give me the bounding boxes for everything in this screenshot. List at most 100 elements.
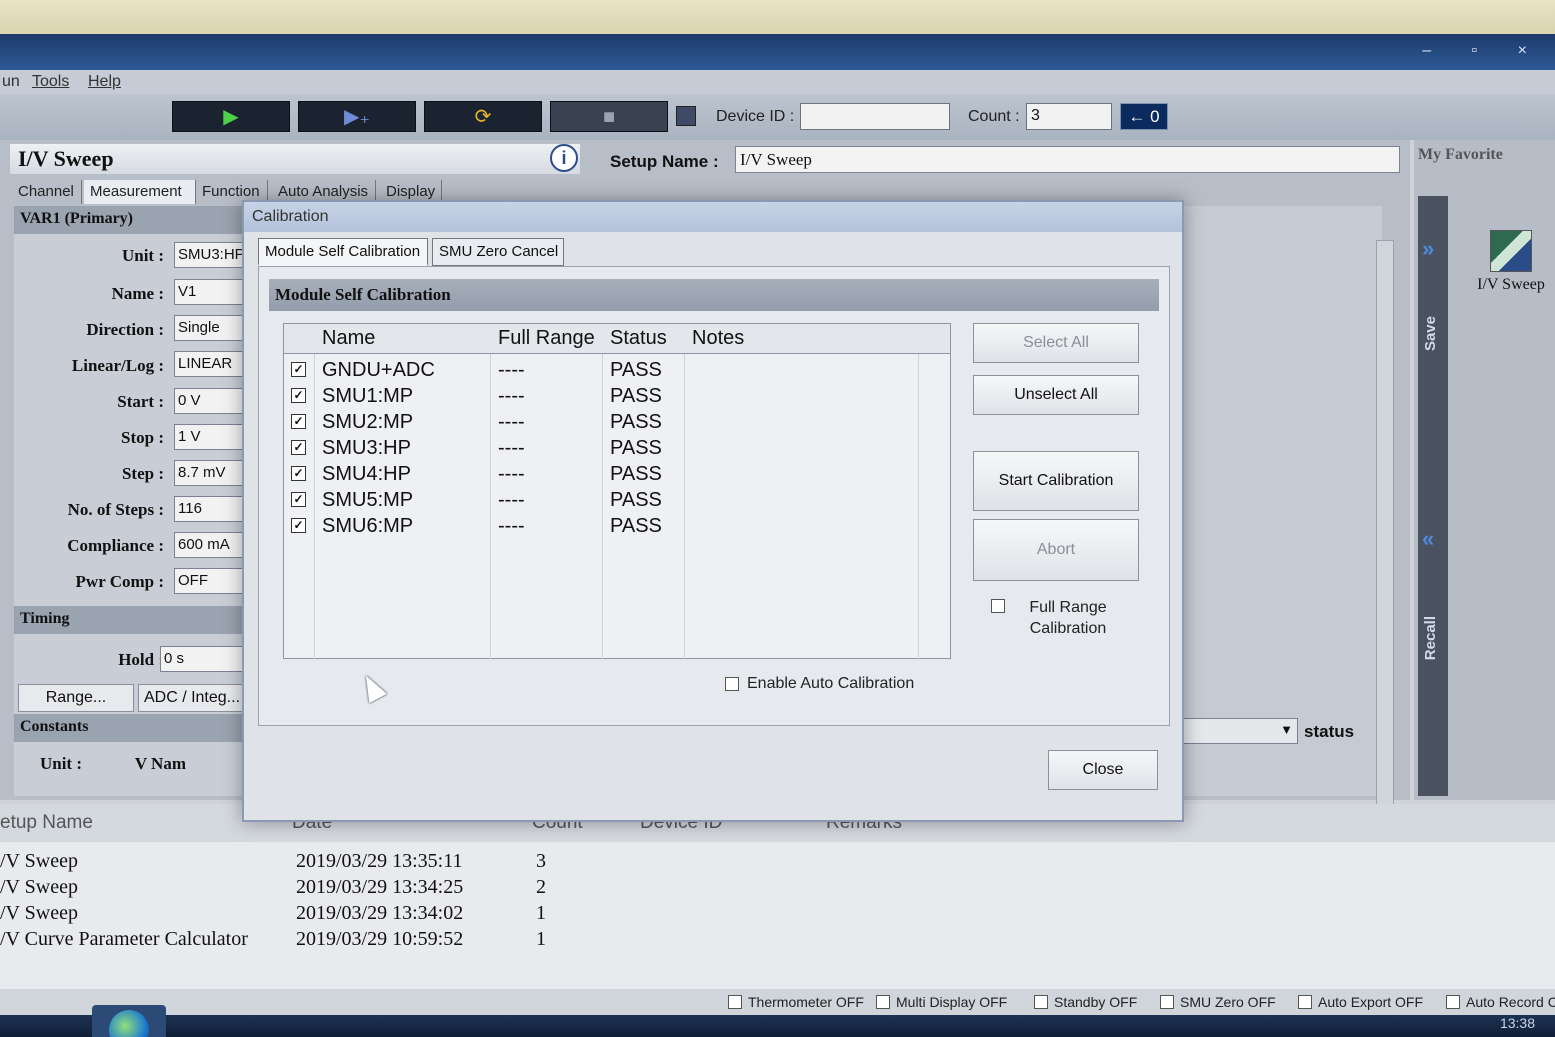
range-button[interactable]: Range... bbox=[18, 684, 134, 712]
table-row[interactable]: ✓ SMU5:MP ---- PASS bbox=[284, 488, 950, 514]
col-name[interactable]: Name bbox=[322, 327, 375, 350]
setup-name-input[interactable]: I/V Sweep bbox=[735, 146, 1400, 173]
row-status: PASS bbox=[610, 359, 662, 381]
history-row[interactable]: /V Sweep 2019/03/29 13:34:25 2 bbox=[0, 876, 1555, 902]
row-checkbox[interactable]: ✓ bbox=[291, 466, 306, 481]
abort-button[interactable]: Abort bbox=[973, 519, 1139, 581]
run-button[interactable]: ▶ bbox=[172, 101, 290, 132]
repeat-button[interactable]: ⟳ bbox=[424, 101, 542, 132]
history-row[interactable]: /V Curve Parameter Calculator 2019/03/29… bbox=[0, 928, 1555, 954]
row-checkbox[interactable]: ✓ bbox=[291, 440, 306, 455]
favorite-item[interactable]: I/V Sweep bbox=[1466, 230, 1555, 294]
graph-area bbox=[1182, 206, 1382, 796]
standby-status[interactable]: Standby OFF bbox=[1034, 994, 1137, 1010]
hold-input[interactable]: 0 s bbox=[160, 646, 246, 672]
row-checkbox[interactable]: ✓ bbox=[291, 362, 306, 377]
field-stop[interactable]: 1 V bbox=[174, 424, 246, 450]
history-row-name: /V Sweep bbox=[0, 902, 78, 924]
menu-run[interactable]: un bbox=[2, 73, 20, 91]
const-v-name-label: V Nam bbox=[134, 754, 186, 773]
row-checkbox[interactable]: ✓ bbox=[291, 414, 306, 429]
multi-display-status[interactable]: Multi Display OFF bbox=[876, 994, 1007, 1010]
adc-integ-button[interactable]: ADC / Integ... bbox=[138, 684, 246, 712]
device-id-input[interactable] bbox=[800, 103, 950, 130]
field-label-name: Name : bbox=[111, 284, 164, 303]
tab-measurement[interactable]: Measurement bbox=[84, 180, 196, 204]
field-pwr-comp[interactable]: OFF bbox=[174, 568, 246, 594]
table-row[interactable]: ✓ SMU6:MP ---- PASS bbox=[284, 514, 950, 540]
status-select[interactable]: ▼ bbox=[1182, 718, 1298, 744]
history-row-name: /V Curve Parameter Calculator bbox=[0, 928, 248, 950]
row-full-range: ---- bbox=[498, 437, 525, 459]
collapse-left-icon[interactable]: « bbox=[1422, 526, 1434, 552]
timing-section-title: Timing bbox=[14, 606, 246, 634]
menu-tools[interactable]: Tools bbox=[32, 73, 69, 91]
status-label: status bbox=[1304, 722, 1355, 741]
col-notes[interactable]: Notes bbox=[692, 327, 744, 350]
tab-channel[interactable]: Channel bbox=[12, 180, 82, 204]
enable-auto-calibration-label: Enable Auto Calibration bbox=[747, 675, 915, 692]
history-row[interactable]: /V Sweep 2019/03/29 13:34:02 1 bbox=[0, 902, 1555, 928]
thermometer-status[interactable]: Thermometer OFF bbox=[728, 994, 864, 1010]
history-row[interactable]: /V Sweep 2019/03/29 13:35:11 3 bbox=[0, 850, 1555, 876]
col-full-range[interactable]: Full Range bbox=[498, 327, 595, 350]
stop-button[interactable]: ■ bbox=[550, 101, 668, 132]
expand-right-icon[interactable]: » bbox=[1422, 236, 1434, 262]
taskbar-app-button[interactable] bbox=[92, 1005, 166, 1037]
favorites-rail: » Save « Recall bbox=[1418, 196, 1448, 796]
row-name: SMU5:MP bbox=[322, 489, 414, 511]
field-step[interactable]: 8.7 mV bbox=[174, 460, 246, 486]
count-reset-button[interactable]: ← 0 bbox=[1120, 103, 1168, 130]
sweep-graph-icon bbox=[1490, 230, 1532, 272]
rail-recall[interactable]: Recall bbox=[1422, 616, 1439, 660]
auto-export-status[interactable]: Auto Export OFF bbox=[1298, 994, 1423, 1010]
hold-label: Hold : bbox=[118, 650, 164, 669]
row-checkbox[interactable]: ✓ bbox=[291, 492, 306, 507]
select-all-button[interactable]: Select All bbox=[973, 323, 1139, 363]
unselect-all-button[interactable]: Unselect All bbox=[973, 375, 1139, 415]
auto-export-status-text: Auto Export OFF bbox=[1318, 994, 1424, 1010]
field-label-unit: Unit : bbox=[121, 246, 164, 265]
table-row[interactable]: ✓ SMU4:HP ---- PASS bbox=[284, 462, 950, 488]
table-row[interactable]: ✓ SMU2:MP ---- PASS bbox=[284, 410, 950, 436]
field-steps[interactable]: 116 bbox=[174, 496, 246, 522]
close-button[interactable]: Close bbox=[1048, 750, 1158, 790]
enable-auto-calibration-checkbox[interactable] bbox=[725, 677, 739, 691]
field-label-pwr-comp: Pwr Comp : bbox=[75, 572, 164, 591]
row-status: PASS bbox=[610, 463, 662, 485]
clock-time[interactable]: 13:38 bbox=[1500, 1015, 1535, 1031]
table-row[interactable]: ✓ SMU3:HP ---- PASS bbox=[284, 436, 950, 462]
smu-zero-status[interactable]: SMU Zero OFF bbox=[1160, 994, 1276, 1010]
table-row[interactable]: ✓ GNDU+ADC ---- PASS bbox=[284, 358, 950, 384]
history-row-name: /V Sweep bbox=[0, 850, 78, 872]
vertical-scrollbar[interactable] bbox=[1376, 240, 1394, 814]
tab-module-self-calibration[interactable]: Module Self Calibration bbox=[258, 238, 428, 266]
menu-help[interactable]: Help bbox=[88, 73, 121, 91]
field-compliance[interactable]: 600 mA bbox=[174, 532, 246, 558]
field-unit[interactable]: SMU3:HP bbox=[174, 242, 246, 268]
append-run-button[interactable]: ▶₊ bbox=[298, 101, 416, 132]
row-full-range: ---- bbox=[498, 489, 525, 511]
constants-section-title: Constants bbox=[14, 714, 246, 742]
count-input[interactable]: 3 bbox=[1026, 103, 1112, 130]
field-start[interactable]: 0 V bbox=[174, 388, 246, 414]
field-name[interactable]: V1 bbox=[174, 279, 246, 305]
col-status[interactable]: Status bbox=[610, 327, 667, 350]
auto-record-status[interactable]: Auto Record C bbox=[1446, 994, 1555, 1010]
save-disk-icon[interactable] bbox=[676, 106, 696, 126]
table-row[interactable]: ✓ SMU1:MP ---- PASS bbox=[284, 384, 950, 410]
full-range-calibration-checkbox[interactable] bbox=[991, 599, 1005, 613]
start-calibration-button[interactable]: Start Calibration bbox=[973, 451, 1139, 511]
row-checkbox[interactable]: ✓ bbox=[291, 518, 306, 533]
rail-save[interactable]: Save bbox=[1422, 316, 1439, 351]
window-controls[interactable]: – ▫ × bbox=[1422, 42, 1545, 60]
thermometer-status-text: Thermometer OFF bbox=[748, 994, 864, 1010]
info-icon[interactable]: i bbox=[550, 144, 578, 172]
favorites-title: My Favorite bbox=[1418, 146, 1503, 163]
history-row-count: 1 bbox=[536, 928, 546, 950]
field-linear-log[interactable]: LINEAR bbox=[174, 351, 246, 377]
history-col-setup-name[interactable]: etup Name bbox=[0, 812, 93, 834]
field-direction[interactable]: Single bbox=[174, 315, 246, 341]
tab-smu-zero-cancel[interactable]: SMU Zero Cancel bbox=[432, 238, 564, 266]
row-checkbox[interactable]: ✓ bbox=[291, 388, 306, 403]
